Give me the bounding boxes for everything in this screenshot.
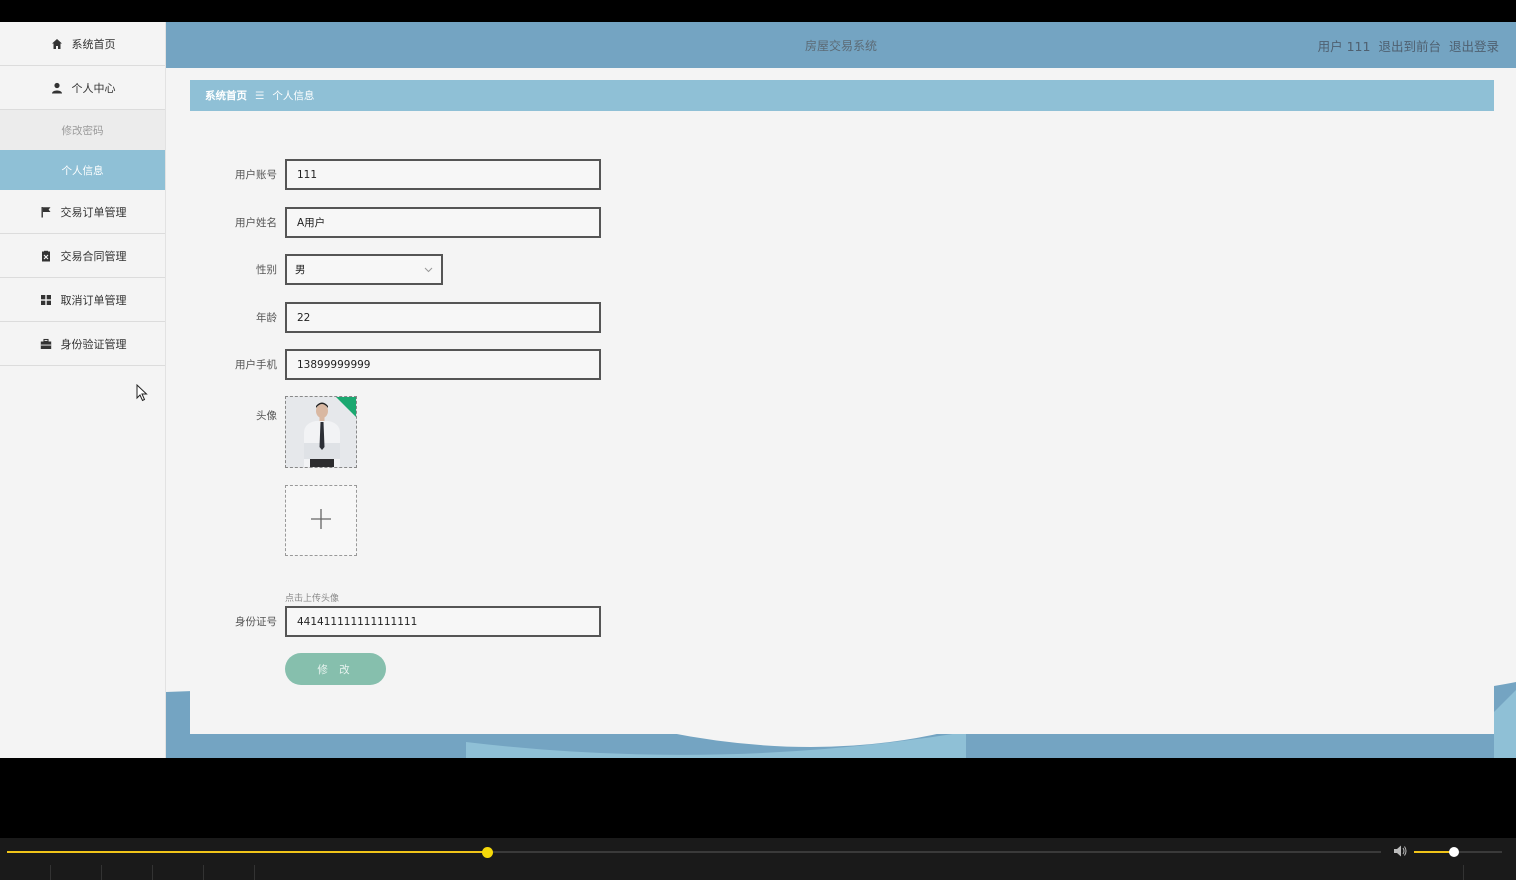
video-control-bar <box>0 838 1516 880</box>
upload-hint: 点击上传头像 <box>285 594 340 604</box>
breadcrumb-separator: ☰ <box>255 89 265 102</box>
grid-icon <box>39 293 53 307</box>
divider <box>101 865 102 880</box>
header-actions: 用户 111 退出到前台 退出登录 <box>1318 36 1499 55</box>
breadcrumb-current: 个人信息 <box>272 90 315 102</box>
chevron-down-icon <box>424 264 433 276</box>
account-label: 用户账号 <box>235 169 277 181</box>
app-window: 房屋交易系统 用户 111 退出到前台 退出登录 系统首页 个人中心 修改密码 … <box>0 22 1516 758</box>
breadcrumb: 系统首页 ☰ 个人信息 <box>190 80 1494 111</box>
sidebar-item-label: 交易订单管理 <box>60 205 127 219</box>
sidebar-item-label: 系统首页 <box>71 37 116 51</box>
sidebar-subitem-personal-info[interactable]: 个人信息 <box>0 150 165 190</box>
sidebar-item-trade-contracts[interactable]: 交易合同管理 <box>0 234 165 278</box>
volume-handle[interactable] <box>1448 847 1459 857</box>
sidebar-item-label: 交易合同管理 <box>60 249 127 263</box>
volume-icon[interactable] <box>1392 843 1408 863</box>
gender-label: 性别 <box>256 264 277 276</box>
avatar-image[interactable] <box>285 396 357 468</box>
form-row-submit: 修 改 <box>190 653 386 685</box>
form-row-upload-hint: 点击上传头像 <box>190 591 339 604</box>
briefcase-icon <box>39 337 53 351</box>
gender-value: 男 <box>295 264 306 276</box>
form-row-upload <box>190 485 357 556</box>
divider <box>203 865 204 880</box>
seek-progress <box>7 851 488 853</box>
screen: 房屋交易系统 用户 111 退出到前台 退出登录 系统首页 个人中心 修改密码 … <box>0 0 1516 880</box>
user-icon <box>50 81 64 95</box>
divider <box>50 865 51 880</box>
plus-icon <box>310 508 332 534</box>
app-title: 房屋交易系统 <box>804 39 877 53</box>
logout-link[interactable]: 退出登录 <box>1449 36 1499 55</box>
to-frontend-link[interactable]: 退出到前台 <box>1378 36 1441 55</box>
form-row-gender: 性别 男 <box>190 254 443 285</box>
name-label: 用户姓名 <box>235 217 277 229</box>
idcard-label: 身份证号 <box>235 616 277 628</box>
avatar-label: 头像 <box>256 410 277 422</box>
seek-bar[interactable] <box>7 846 1381 858</box>
divider <box>152 865 153 880</box>
top-header: 房屋交易系统 用户 111 退出到前台 退出登录 <box>166 22 1516 68</box>
name-input[interactable]: A用户 <box>285 207 601 238</box>
sidebar-item-personal-center[interactable]: 个人中心 <box>0 66 165 110</box>
sidebar-item-cancel-orders[interactable]: 取消订单管理 <box>0 278 165 322</box>
form-row-avatar: 头像 <box>190 396 357 468</box>
flag-icon <box>39 205 53 219</box>
age-label: 年龄 <box>256 312 277 324</box>
user-label: 用户 111 <box>1317 39 1371 54</box>
breadcrumb-home[interactable]: 系统首页 <box>205 88 247 103</box>
divider <box>254 865 255 880</box>
sidebar-item-label: 取消订单管理 <box>60 293 127 307</box>
form-row-age: 年龄 22 <box>190 302 601 333</box>
phone-label: 用户手机 <box>235 359 277 371</box>
sidebar-item-identity-verification[interactable]: 身份验证管理 <box>0 322 165 366</box>
mouse-cursor-icon <box>136 384 148 402</box>
gender-select[interactable]: 男 <box>285 254 443 285</box>
clipboard-icon <box>39 249 53 263</box>
volume-level <box>1414 851 1454 853</box>
sidebar-item-trade-orders[interactable]: 交易订单管理 <box>0 190 165 234</box>
phone-input[interactable]: 13899999999 <box>285 349 601 380</box>
form-row-name: 用户姓名 A用户 <box>190 207 601 238</box>
form-row-phone: 用户手机 13899999999 <box>190 349 601 380</box>
volume-slider[interactable] <box>1414 847 1502 857</box>
sidebar-item-home[interactable]: 系统首页 <box>0 22 165 66</box>
divider <box>1463 865 1464 880</box>
sidebar-item-label: 身份验证管理 <box>60 337 127 351</box>
sidebar-subitem-change-password[interactable]: 修改密码 <box>0 110 165 150</box>
upload-avatar-button[interactable] <box>285 485 357 556</box>
main-panel: 系统首页 ☰ 个人信息 用户账号 111 用户姓名 A用户 性别 男 年龄 22… <box>190 80 1494 734</box>
submit-button[interactable]: 修 改 <box>285 653 386 685</box>
sidebar-item-label: 个人中心 <box>71 81 116 95</box>
age-input[interactable]: 22 <box>285 302 601 333</box>
home-icon <box>50 37 64 51</box>
form-row-account: 用户账号 111 <box>190 159 601 190</box>
idcard-input[interactable]: 441411111111111111 <box>285 606 601 637</box>
account-input[interactable]: 111 <box>285 159 601 190</box>
form-row-idcard: 身份证号 441411111111111111 <box>190 606 601 637</box>
seek-handle[interactable] <box>482 846 494 858</box>
